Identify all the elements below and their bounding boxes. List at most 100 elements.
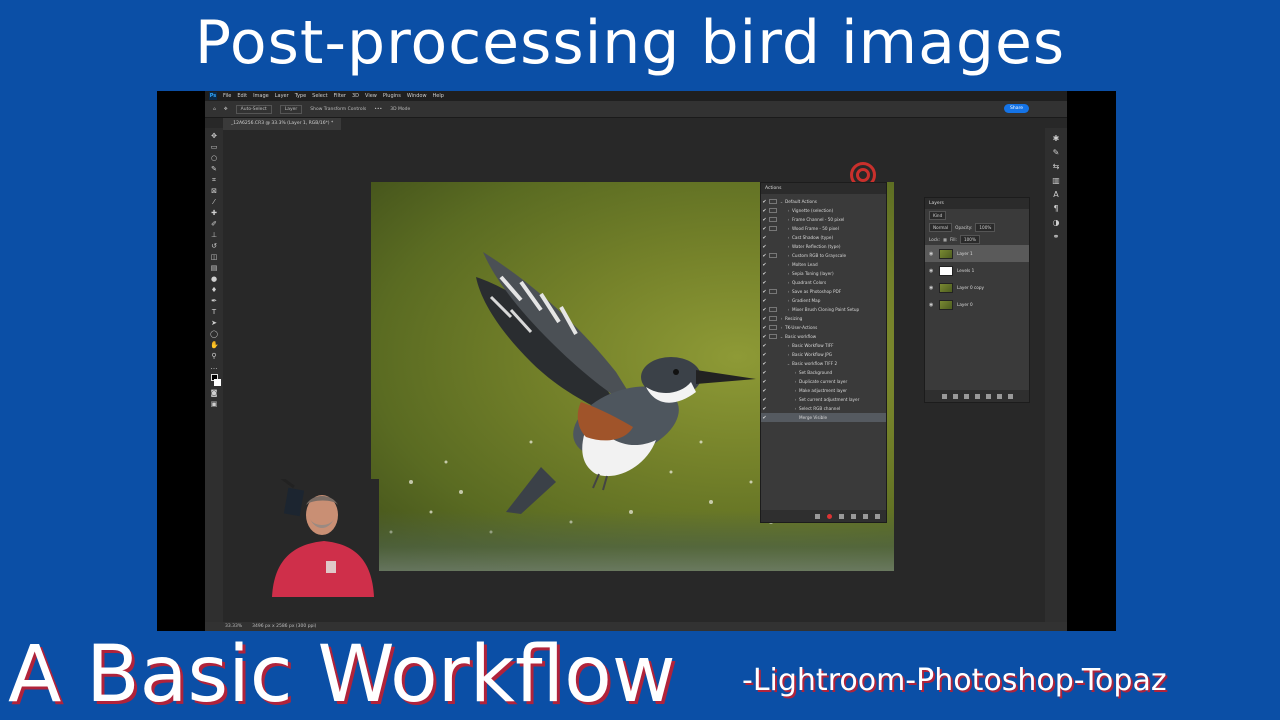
- action-item[interactable]: ✔ › Quadrant Colors: [761, 278, 886, 287]
- frame-tool-icon[interactable]: ⊠: [210, 187, 218, 195]
- toggle-check-icon[interactable]: ✔: [761, 343, 768, 349]
- action-item[interactable]: ✔ ⌄ Basic workflow TIFF 2: [761, 359, 886, 368]
- adjustments-icon[interactable]: ⇆: [1052, 162, 1061, 171]
- expand-chevron-icon[interactable]: ›: [785, 235, 792, 240]
- play-icon[interactable]: [839, 513, 844, 519]
- quick-mask-icon[interactable]: ◙: [210, 389, 218, 397]
- brush-tool-icon[interactable]: ✐: [210, 220, 218, 228]
- expand-chevron-icon[interactable]: ›: [792, 388, 799, 393]
- action-item[interactable]: ✔ › Molten Lead: [761, 260, 886, 269]
- document-tab[interactable]: _12A6256.CR3 @ 33.3% (Layer 1, RGB/16*) …: [223, 118, 342, 130]
- expand-chevron-icon[interactable]: ›: [778, 325, 785, 330]
- expand-chevron-icon[interactable]: ⌄: [778, 199, 785, 204]
- character-icon[interactable]: A: [1052, 190, 1061, 199]
- menu-item-edit[interactable]: Edit: [237, 93, 247, 99]
- menu-item-plugins[interactable]: Plugins: [383, 93, 401, 99]
- brush-settings-icon[interactable]: ✱: [1052, 134, 1061, 143]
- move-tool-icon[interactable]: ✥: [210, 132, 218, 140]
- action-item[interactable]: ✔ › Resizing: [761, 314, 886, 323]
- layer-row[interactable]: ◉ Layer 0: [925, 296, 1029, 313]
- toggle-check-icon[interactable]: ✔: [761, 217, 768, 223]
- menu-item-layer[interactable]: Layer: [275, 93, 289, 99]
- action-item[interactable]: ✔ › Select RGB channel: [761, 404, 886, 413]
- expand-chevron-icon[interactable]: ›: [785, 217, 792, 222]
- action-item[interactable]: ✔ Merge Visible: [761, 413, 886, 422]
- expand-chevron-icon[interactable]: ⌄: [778, 334, 785, 339]
- action-item[interactable]: ✔ › Save as Photoshop PDF: [761, 287, 886, 296]
- dialog-toggle-icon[interactable]: [769, 208, 777, 213]
- eraser-tool-icon[interactable]: ◫: [210, 253, 218, 261]
- dialog-toggle-icon[interactable]: [769, 199, 777, 204]
- link-layers-icon[interactable]: [941, 393, 947, 399]
- expand-chevron-icon[interactable]: ›: [785, 307, 792, 312]
- expand-chevron-icon[interactable]: ›: [785, 208, 792, 213]
- menu-item-type[interactable]: Type: [295, 93, 306, 99]
- type-tool-icon[interactable]: T: [210, 308, 218, 316]
- toggle-check-icon[interactable]: ✔: [761, 208, 768, 214]
- menu-item-3d[interactable]: 3D: [352, 93, 359, 99]
- toggle-check-icon[interactable]: ✔: [761, 388, 768, 394]
- toggle-check-icon[interactable]: ✔: [761, 361, 768, 367]
- toggle-check-icon[interactable]: ✔: [761, 298, 768, 304]
- layer-row[interactable]: ◉ Layer 0 copy: [925, 279, 1029, 296]
- marquee-tool-icon[interactable]: ▭: [210, 143, 218, 151]
- toggle-check-icon[interactable]: ✔: [761, 235, 768, 241]
- path-select-tool-icon[interactable]: ➤: [210, 319, 218, 327]
- menu-item-select[interactable]: Select: [312, 93, 327, 99]
- action-item[interactable]: ✔ › Sepia Toning (layer): [761, 269, 886, 278]
- toggle-check-icon[interactable]: ✔: [761, 325, 768, 331]
- more-options-icon[interactable]: •••: [374, 107, 382, 112]
- dialog-toggle-icon[interactable]: [769, 226, 777, 231]
- blend-mode-select[interactable]: Normal: [929, 222, 953, 232]
- dialog-toggle-icon[interactable]: [769, 334, 777, 339]
- toggle-check-icon[interactable]: ✔: [761, 289, 768, 295]
- action-item[interactable]: ✔ › Mixer Brush Cloning Paint Setup: [761, 305, 886, 314]
- new-set-icon[interactable]: [851, 513, 856, 519]
- expand-chevron-icon[interactable]: ›: [785, 226, 792, 231]
- delete-icon[interactable]: [875, 513, 880, 519]
- expand-chevron-icon[interactable]: ›: [778, 316, 785, 321]
- action-item[interactable]: ✔ ⌄ Default Actions: [761, 197, 886, 206]
- dialog-toggle-icon[interactable]: [769, 325, 777, 330]
- channels-icon[interactable]: ⚭: [1052, 232, 1061, 241]
- action-item[interactable]: ✔ ⌄ Basic workflow: [761, 332, 886, 341]
- dialog-toggle-icon[interactable]: [769, 361, 777, 366]
- visibility-eye-icon[interactable]: ◉: [929, 302, 935, 308]
- dodge-tool-icon[interactable]: ♦: [210, 286, 218, 294]
- action-item[interactable]: ✔ › Cast Shadow (type): [761, 233, 886, 242]
- opacity-field[interactable]: 100%: [975, 222, 996, 232]
- dialog-toggle-icon[interactable]: [769, 388, 777, 393]
- actions-panel-title[interactable]: Actions: [761, 183, 886, 194]
- action-item[interactable]: ✔ › Water Reflection (type): [761, 242, 886, 251]
- background-color-swatch[interactable]: [213, 379, 221, 386]
- zoom-level[interactable]: 33.33%: [225, 624, 242, 629]
- expand-chevron-icon[interactable]: ›: [792, 406, 799, 411]
- visibility-eye-icon[interactable]: ◉: [929, 268, 935, 274]
- gradient-tool-icon[interactable]: ▤: [210, 264, 218, 272]
- expand-chevron-icon[interactable]: ›: [792, 370, 799, 375]
- action-item[interactable]: ✔ › Gradient Map: [761, 296, 886, 305]
- move-tool-icon[interactable]: ✥: [224, 107, 228, 112]
- action-item[interactable]: ✔ › Basic Workflow TIFF: [761, 341, 886, 350]
- dialog-toggle-icon[interactable]: [769, 307, 777, 312]
- record-icon[interactable]: [827, 513, 832, 519]
- action-item[interactable]: ✔ › Vignette (selection): [761, 206, 886, 215]
- toggle-check-icon[interactable]: ✔: [761, 334, 768, 340]
- expand-chevron-icon[interactable]: ›: [785, 352, 792, 357]
- transform-controls-checkbox[interactable]: Show Transform Controls: [310, 107, 366, 112]
- clone-stamp-tool-icon[interactable]: ⊥: [210, 231, 218, 239]
- dialog-toggle-icon[interactable]: [769, 271, 777, 276]
- dialog-toggle-icon[interactable]: [769, 406, 777, 411]
- fill-field[interactable]: 100%: [959, 234, 980, 244]
- menu-item-file[interactable]: File: [223, 93, 231, 99]
- toggle-check-icon[interactable]: ✔: [761, 262, 768, 268]
- action-item[interactable]: ✔ › Wood Frame - 50 pixel: [761, 224, 886, 233]
- visibility-eye-icon[interactable]: ◉: [929, 251, 935, 257]
- dialog-toggle-icon[interactable]: [769, 244, 777, 249]
- action-item[interactable]: ✔ › TK-User-Actions: [761, 323, 886, 332]
- layers-panel-title[interactable]: Layers: [925, 198, 1029, 209]
- visibility-eye-icon[interactable]: ◉: [929, 285, 935, 291]
- action-item[interactable]: ✔ › Basic Workflow JPG: [761, 350, 886, 359]
- dialog-toggle-icon[interactable]: [769, 235, 777, 240]
- toggle-check-icon[interactable]: ✔: [761, 406, 768, 412]
